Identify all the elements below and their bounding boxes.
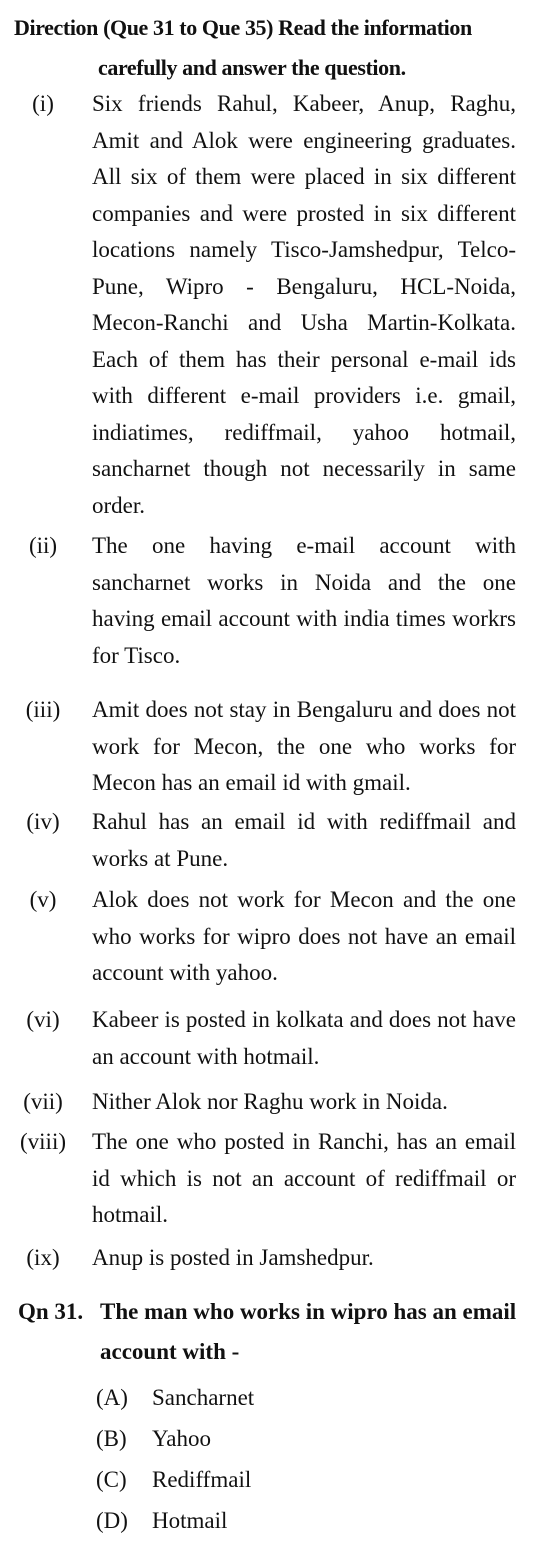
option-a[interactable]: (A) Sancharnet [96, 1381, 254, 1415]
statement-text: Amit does not stay in Bengaluru and does… [92, 697, 516, 795]
statement-number: (viii) [20, 1129, 66, 1154]
statement-text: Anup is posted in Jamshedpur. [92, 1245, 374, 1270]
statement-text: The one having e-mail account with sanch… [92, 533, 516, 668]
statement-text: Kabeer is posted in kolkata and does not… [92, 1007, 516, 1069]
option-b[interactable]: (B) Yahoo [96, 1422, 211, 1456]
option-label: (C) [96, 1467, 127, 1492]
direction-line-2: carefully and answer the question. [98, 55, 406, 80]
option-text: Sancharnet [152, 1385, 255, 1410]
option-d[interactable]: (D) Hotmail [96, 1504, 227, 1538]
question-number: Qn 31. [18, 1299, 84, 1324]
statement-text: Six friends Rahul, Kabeer, Anup, Raghu, … [92, 91, 516, 518]
question-text: The man who works in wipro has an email … [100, 1299, 517, 1364]
statement-number: (vii) [23, 1089, 63, 1114]
statement-number: (vi) [26, 1007, 60, 1032]
document-page: Direction (Que 31 to Que 35) Read the in… [0, 0, 552, 1552]
statement-number: (v) [29, 887, 57, 912]
option-label: (A) [96, 1385, 128, 1410]
statement-text: The one who posted in Ranchi, has an ema… [92, 1129, 516, 1227]
statement-text: Nither Alok nor Raghu work in Noida. [92, 1089, 448, 1114]
statement-number: (ix) [26, 1245, 60, 1270]
direction-heading: Direction (Que 31 to Que 35) Read the in… [14, 8, 534, 88]
option-text: Yahoo [152, 1426, 212, 1451]
statement-number: (iii) [25, 697, 61, 722]
statement-number: (ii) [28, 533, 58, 558]
statement-number: (i) [32, 91, 54, 116]
option-text: Rediffmail [152, 1467, 252, 1492]
option-text: Hotmail [152, 1508, 228, 1533]
option-label: (B) [96, 1426, 127, 1451]
statement-text: Alok does not work for Mecon and the one… [92, 887, 516, 985]
option-label: (D) [96, 1508, 128, 1533]
statement-text: Rahul has an email id with rediffmail an… [92, 809, 516, 871]
option-c[interactable]: (C) Rediffmail [96, 1463, 251, 1497]
statement-number: (iv) [26, 809, 60, 834]
direction-line-1: Direction (Que 31 to Que 35) Read the in… [14, 15, 472, 40]
